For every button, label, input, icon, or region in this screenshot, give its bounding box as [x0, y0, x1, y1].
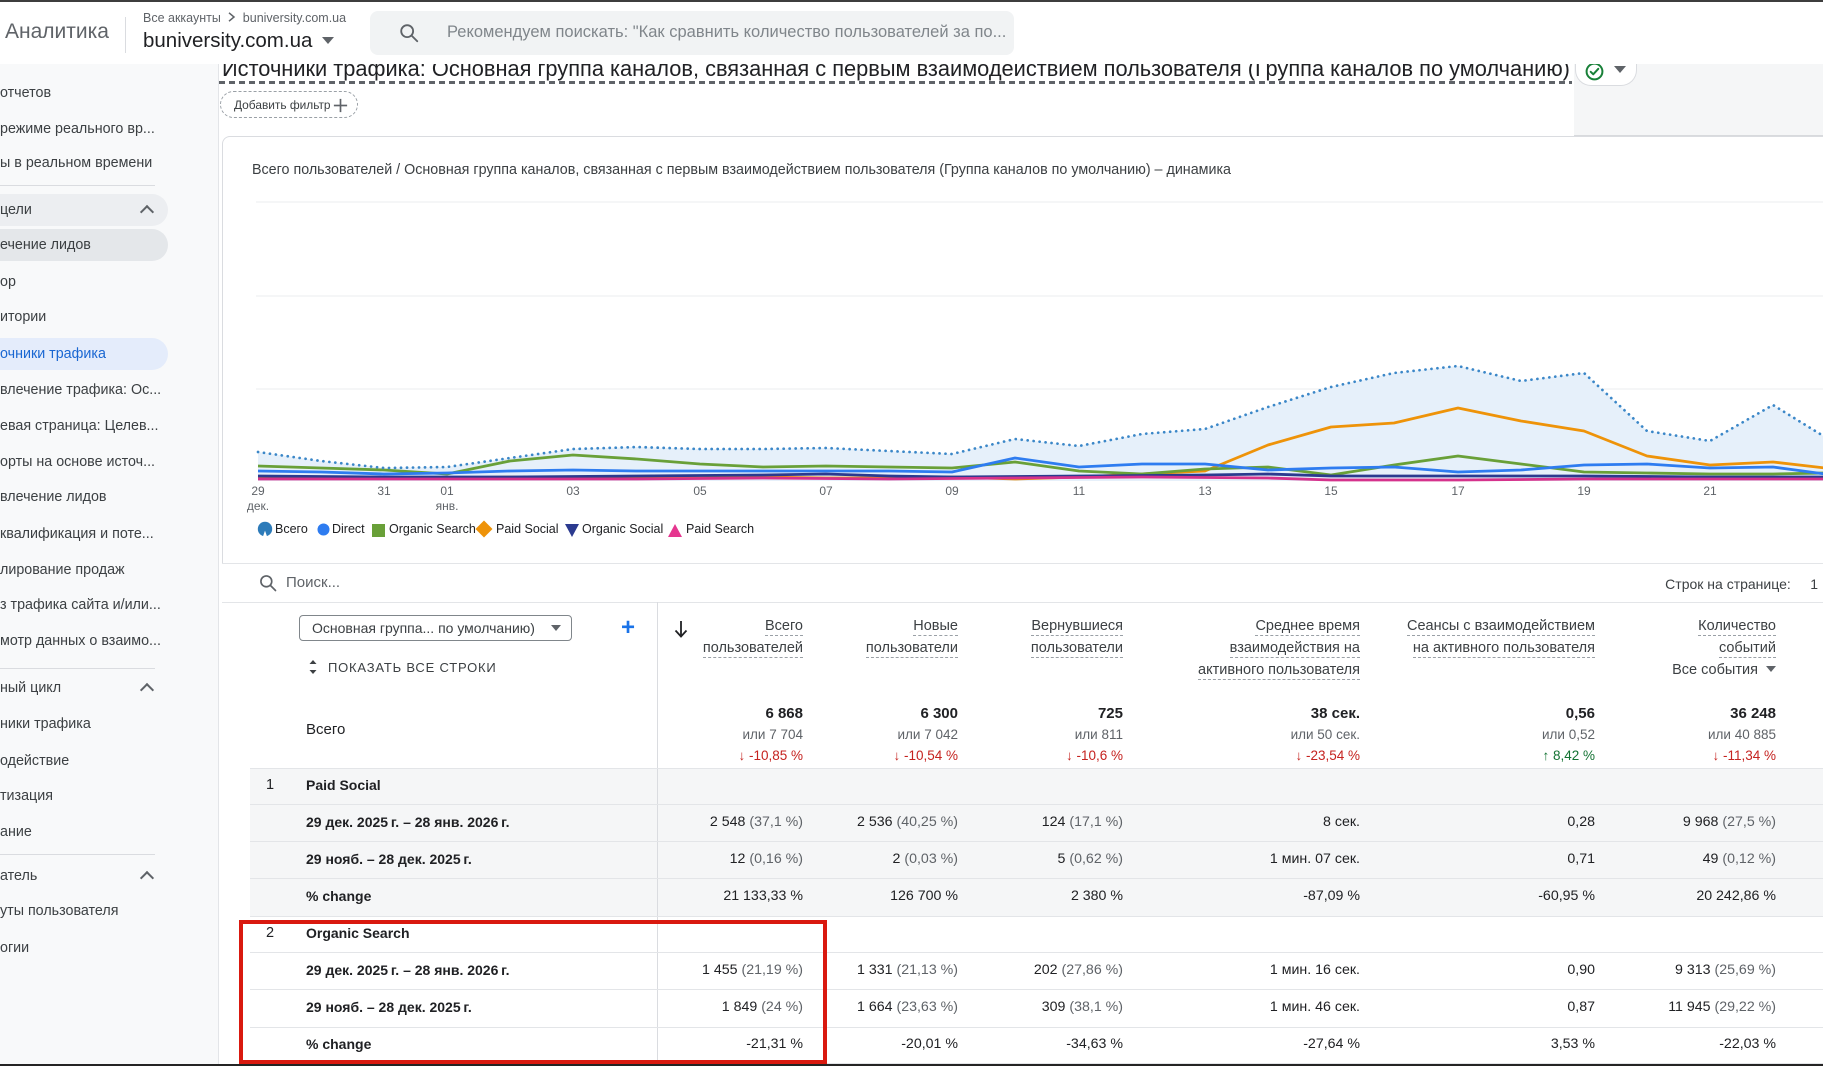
svg-text:21: 21 [1703, 484, 1717, 498]
svg-text:29: 29 [251, 484, 265, 498]
svg-text:13: 13 [1198, 484, 1212, 498]
svg-text:17: 17 [1451, 484, 1465, 498]
svg-text:19: 19 [1577, 484, 1591, 498]
svg-text:07: 07 [819, 484, 833, 498]
svg-text:11: 11 [1073, 484, 1086, 498]
svg-text:01: 01 [440, 484, 454, 498]
svg-text:31: 31 [377, 484, 391, 498]
svg-text:05: 05 [693, 484, 707, 498]
svg-text:янв.: янв. [436, 499, 459, 513]
svg-text:03: 03 [566, 484, 580, 498]
svg-text:09: 09 [945, 484, 959, 498]
svg-text:15: 15 [1324, 484, 1338, 498]
svg-text:дек.: дек. [247, 499, 269, 513]
